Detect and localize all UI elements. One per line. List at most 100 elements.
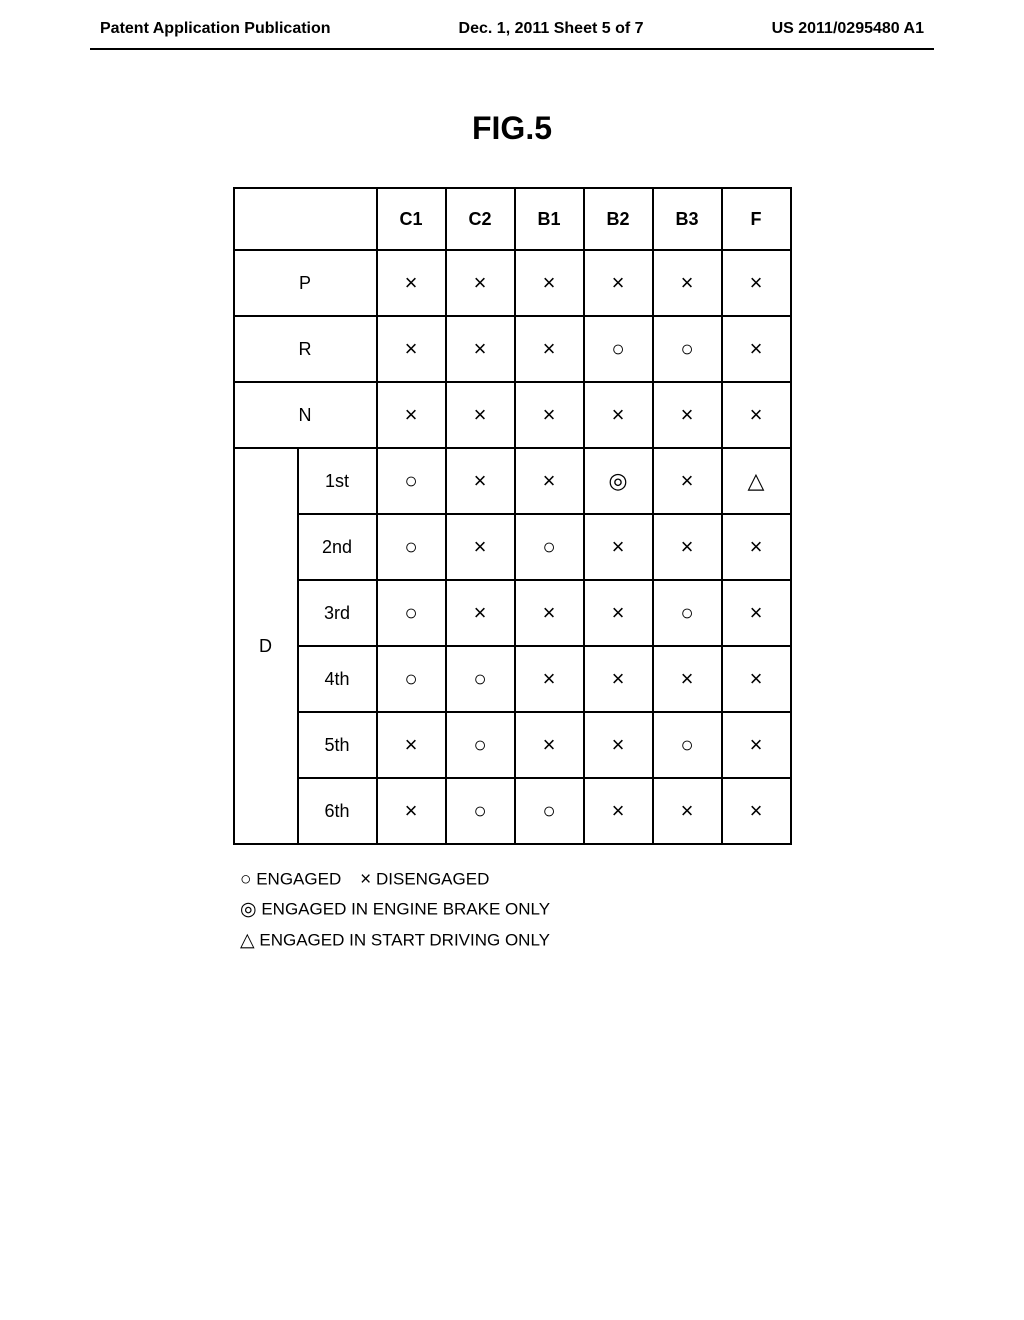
engagement-table: C1 C2 B1 B2 B3 F P × × × × × × R × × × ○… bbox=[233, 187, 792, 845]
cell: × bbox=[722, 778, 791, 844]
cell: × bbox=[584, 250, 653, 316]
row-label-p: P bbox=[234, 250, 377, 316]
table-row: 4th ○ ○ × × × × bbox=[234, 646, 791, 712]
figure-title: FIG.5 bbox=[0, 110, 1024, 147]
cell: × bbox=[515, 250, 584, 316]
cell: × bbox=[446, 250, 515, 316]
table-row: 3rd ○ × × × ○ × bbox=[234, 580, 791, 646]
cell: × bbox=[584, 778, 653, 844]
cell: × bbox=[584, 646, 653, 712]
col-header-c1: C1 bbox=[377, 188, 446, 250]
legend-line-3: △ ENGAGED IN START DRIVING ONLY bbox=[240, 926, 1024, 956]
cell: ○ bbox=[584, 316, 653, 382]
cell: × bbox=[446, 580, 515, 646]
cell: × bbox=[515, 448, 584, 514]
cell: ○ bbox=[653, 712, 722, 778]
cell: ○ bbox=[446, 778, 515, 844]
table-header-row: C1 C2 B1 B2 B3 F bbox=[234, 188, 791, 250]
col-header-b3: B3 bbox=[653, 188, 722, 250]
row-label-3rd: 3rd bbox=[298, 580, 377, 646]
cell: × bbox=[722, 712, 791, 778]
legend: ○ ENGAGED × DISENGAGED ◎ ENGAGED IN ENGI… bbox=[240, 865, 1024, 956]
cell: ○ bbox=[515, 514, 584, 580]
cell: × bbox=[722, 514, 791, 580]
table-row: 2nd ○ × ○ × × × bbox=[234, 514, 791, 580]
cell: ○ bbox=[377, 646, 446, 712]
header-divider bbox=[90, 48, 934, 50]
legend-start-driving-text: ENGAGED IN START DRIVING ONLY bbox=[259, 930, 550, 949]
legend-start-driving-icon: △ bbox=[240, 926, 255, 956]
cell: × bbox=[722, 316, 791, 382]
cell: × bbox=[446, 448, 515, 514]
table-row: P × × × × × × bbox=[234, 250, 791, 316]
col-header-c2: C2 bbox=[446, 188, 515, 250]
row-label-r: R bbox=[234, 316, 377, 382]
cell: × bbox=[446, 382, 515, 448]
cell: × bbox=[515, 382, 584, 448]
cell: × bbox=[722, 646, 791, 712]
cell: × bbox=[584, 712, 653, 778]
cell: ○ bbox=[377, 514, 446, 580]
legend-engine-brake-icon: ◎ bbox=[240, 895, 257, 925]
cell: ○ bbox=[653, 316, 722, 382]
table-row: N × × × × × × bbox=[234, 382, 791, 448]
cell: × bbox=[446, 514, 515, 580]
cell: × bbox=[653, 514, 722, 580]
legend-line-1: ○ ENGAGED × DISENGAGED bbox=[240, 865, 1024, 895]
cell: × bbox=[377, 382, 446, 448]
cell: ○ bbox=[446, 646, 515, 712]
cell: ◎ bbox=[584, 448, 653, 514]
cell: × bbox=[584, 514, 653, 580]
row-label-1st: 1st bbox=[298, 448, 377, 514]
header-right: US 2011/0295480 A1 bbox=[772, 20, 924, 38]
row-label-2nd: 2nd bbox=[298, 514, 377, 580]
cell: × bbox=[377, 250, 446, 316]
cell: × bbox=[653, 646, 722, 712]
table-row: D 1st ○ × × ◎ × △ bbox=[234, 448, 791, 514]
cell: × bbox=[584, 580, 653, 646]
table-row: 6th × ○ ○ × × × bbox=[234, 778, 791, 844]
cell: × bbox=[377, 778, 446, 844]
legend-line-2: ◎ ENGAGED IN ENGINE BRAKE ONLY bbox=[240, 895, 1024, 925]
header-center: Dec. 1, 2011 Sheet 5 of 7 bbox=[459, 20, 644, 38]
row-label-5th: 5th bbox=[298, 712, 377, 778]
legend-engine-brake-text: ENGAGED IN ENGINE BRAKE ONLY bbox=[261, 900, 550, 919]
cell: × bbox=[653, 778, 722, 844]
row-label-d: D bbox=[234, 448, 298, 844]
legend-disengaged-text: DISENGAGED bbox=[376, 870, 489, 889]
cell: × bbox=[722, 250, 791, 316]
cell: × bbox=[653, 382, 722, 448]
legend-disengaged-icon: × bbox=[360, 865, 371, 895]
cell: × bbox=[722, 580, 791, 646]
cell: ○ bbox=[377, 580, 446, 646]
row-label-n: N bbox=[234, 382, 377, 448]
table-row: 5th × ○ × × ○ × bbox=[234, 712, 791, 778]
col-header-f: F bbox=[722, 188, 791, 250]
cell: × bbox=[515, 580, 584, 646]
cell: × bbox=[515, 712, 584, 778]
cell: ○ bbox=[446, 712, 515, 778]
cell: × bbox=[584, 382, 653, 448]
engagement-table-container: C1 C2 B1 B2 B3 F P × × × × × × R × × × ○… bbox=[0, 187, 1024, 845]
page-header: Patent Application Publication Dec. 1, 2… bbox=[0, 0, 1024, 48]
cell: × bbox=[377, 712, 446, 778]
cell: × bbox=[653, 448, 722, 514]
header-left: Patent Application Publication bbox=[100, 20, 331, 38]
table-row: R × × × ○ ○ × bbox=[234, 316, 791, 382]
row-label-4th: 4th bbox=[298, 646, 377, 712]
col-header-b2: B2 bbox=[584, 188, 653, 250]
cell: × bbox=[377, 316, 446, 382]
cell: × bbox=[515, 316, 584, 382]
legend-engaged-text: ENGAGED bbox=[256, 870, 341, 889]
cell: × bbox=[653, 250, 722, 316]
row-label-6th: 6th bbox=[298, 778, 377, 844]
cell: ○ bbox=[377, 448, 446, 514]
cell: ○ bbox=[515, 778, 584, 844]
cell: △ bbox=[722, 448, 791, 514]
legend-engaged-icon: ○ bbox=[240, 865, 251, 895]
cell: × bbox=[446, 316, 515, 382]
blank-header-cell bbox=[234, 188, 377, 250]
cell: × bbox=[722, 382, 791, 448]
cell: × bbox=[515, 646, 584, 712]
cell: ○ bbox=[653, 580, 722, 646]
